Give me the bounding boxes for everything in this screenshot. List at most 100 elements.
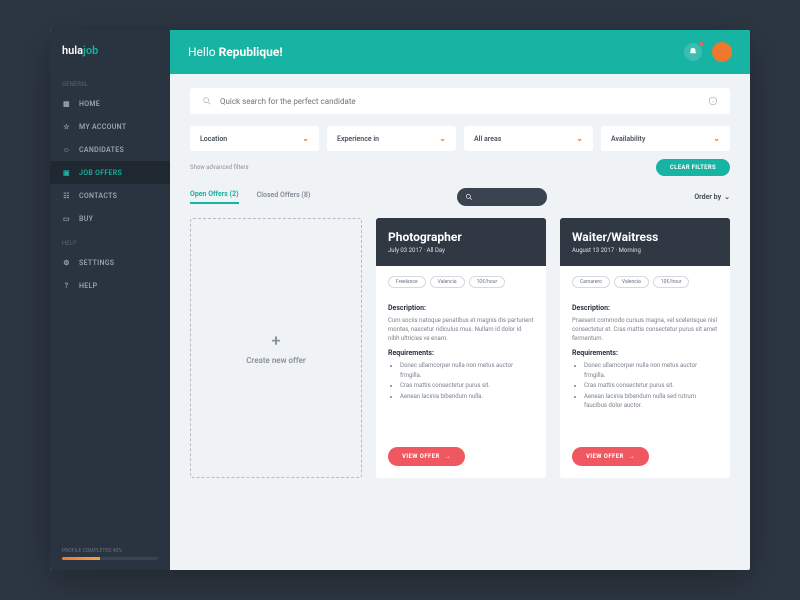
card-header: Waiter/Waitress August 13 2017 · Morning bbox=[560, 218, 730, 266]
help-icon: ? bbox=[62, 281, 71, 290]
filter-areas[interactable]: All areas⌄ bbox=[464, 126, 593, 151]
sidebar-item-home[interactable]: ▦ HOME bbox=[50, 92, 170, 115]
requirements-heading: Requirements: bbox=[572, 349, 718, 357]
sidebar-item-buy[interactable]: ▭ BUY bbox=[50, 207, 170, 230]
logo-part1: hula bbox=[62, 44, 83, 57]
header: Hello Republique! bbox=[170, 30, 750, 74]
tag: Valencia bbox=[614, 276, 649, 288]
offer-subtitle: July 03 2017 · All Day bbox=[388, 247, 534, 254]
info-icon[interactable] bbox=[708, 96, 718, 106]
tabs-row: Open Offers (2) Closed Offers (8) Order … bbox=[190, 188, 730, 206]
card-body: Description: Praesent commodo cursus mag… bbox=[560, 288, 730, 439]
offer-title: Photographer bbox=[388, 230, 534, 244]
filters-row: Location⌄ Experience in⌄ All areas⌄ Avai… bbox=[190, 126, 730, 151]
tab-open-offers[interactable]: Open Offers (2) bbox=[190, 190, 239, 204]
order-by-dropdown[interactable]: Order by⌄ bbox=[694, 193, 730, 201]
filter-availability[interactable]: Availability⌄ bbox=[601, 126, 730, 151]
greeting: Hello Republique! bbox=[188, 45, 283, 59]
users-icon: ☺ bbox=[62, 145, 71, 154]
offer-tags: Freelance Valencia 10€/hour bbox=[376, 266, 546, 288]
app-window: hulajob General ▦ HOME ☆ MY ACCOUNT ☺ CANDI… bbox=[50, 30, 750, 570]
notifications-button[interactable] bbox=[684, 43, 702, 61]
view-offer-button[interactable]: VIEW OFFER→ bbox=[572, 447, 649, 466]
offer-card: Waiter/Waitress August 13 2017 · Morning… bbox=[560, 218, 730, 478]
star-icon: ☆ bbox=[62, 122, 71, 131]
cards-grid: + Create new offer Photographer July 03 … bbox=[190, 218, 730, 478]
card-body: Description: Cum sociis natoque penatibu… bbox=[376, 288, 546, 439]
description-text: Cum sociis natoque penatibus et magnis d… bbox=[388, 316, 534, 343]
section-help: Help bbox=[50, 230, 170, 251]
card-icon: ▭ bbox=[62, 214, 71, 223]
sidebar-item-label: CONTACTS bbox=[79, 192, 117, 200]
create-offer-card[interactable]: + Create new offer bbox=[190, 218, 362, 478]
sidebar-item-label: CANDIDATES bbox=[79, 146, 124, 154]
tag: Valencia bbox=[430, 276, 465, 288]
sidebar-item-help[interactable]: ? HELP bbox=[50, 274, 170, 297]
progress-fill bbox=[62, 557, 100, 560]
search-icon bbox=[465, 193, 473, 201]
tag: Freelance bbox=[388, 276, 426, 288]
tag: 10€/hour bbox=[653, 276, 690, 288]
list-item: Aenean lacinia bibendum nulla. bbox=[400, 392, 534, 402]
sidebar-item-contacts[interactable]: ☷ CONTACTS bbox=[50, 184, 170, 207]
mini-search[interactable] bbox=[457, 188, 547, 206]
tab-closed-offers[interactable]: Closed Offers (8) bbox=[257, 191, 311, 203]
notification-badge bbox=[698, 41, 704, 47]
advanced-filters-link[interactable]: Show advanced filters bbox=[190, 164, 249, 171]
filter-experience[interactable]: Experience in⌄ bbox=[327, 126, 456, 151]
logo: hulajob bbox=[50, 30, 170, 71]
grid-icon: ▦ bbox=[62, 99, 71, 108]
sidebar-item-candidates[interactable]: ☺ CANDIDATES bbox=[50, 138, 170, 161]
sidebar-item-label: SETTINGS bbox=[79, 259, 114, 267]
offer-tags: Camarero Valencia 10€/hour bbox=[560, 266, 730, 288]
filter-location[interactable]: Location⌄ bbox=[190, 126, 319, 151]
view-offer-button[interactable]: VIEW OFFER→ bbox=[388, 447, 465, 466]
profile-progress: PROFILE COMPLETED 40% bbox=[50, 538, 170, 570]
search-bar bbox=[190, 88, 730, 114]
sidebar-item-label: HELP bbox=[79, 282, 97, 290]
list-item: Cras mattis consectetur purus sit. bbox=[400, 381, 534, 391]
header-actions bbox=[684, 42, 732, 62]
sidebar-item-label: MY ACCOUNT bbox=[79, 123, 126, 131]
content-body: Location⌄ Experience in⌄ All areas⌄ Avai… bbox=[170, 74, 750, 570]
list-item: Aenean lacinia bibendum nulla sed rutrum… bbox=[584, 392, 718, 411]
tag: Camarero bbox=[572, 276, 610, 288]
requirements-heading: Requirements: bbox=[388, 349, 534, 357]
main: Hello Republique! Location⌄ Experience i… bbox=[170, 30, 750, 570]
sidebar-item-settings[interactable]: ⚙SETTINGS bbox=[50, 251, 170, 274]
description-heading: Description: bbox=[572, 304, 718, 312]
progress-bar bbox=[62, 557, 158, 560]
arrow-icon: → bbox=[629, 453, 635, 460]
offer-title: Waiter/Waitress bbox=[572, 230, 718, 244]
tag: 10€/hour bbox=[469, 276, 506, 288]
progress-label: PROFILE COMPLETED 40% bbox=[62, 548, 122, 554]
create-offer-label: Create new offer bbox=[246, 356, 306, 365]
chevron-down-icon: ⌄ bbox=[576, 134, 583, 143]
chevron-down-icon: ⌄ bbox=[724, 193, 730, 201]
sidebar-item-account[interactable]: ☆ MY ACCOUNT bbox=[50, 115, 170, 138]
sidebar: hulajob General ▦ HOME ☆ MY ACCOUNT ☺ CANDI… bbox=[50, 30, 170, 570]
section-general: General bbox=[50, 71, 170, 92]
search-icon bbox=[202, 96, 212, 106]
chevron-down-icon: ⌄ bbox=[302, 134, 309, 143]
requirements-list: Donec ullamcorper nulla non metus auctor… bbox=[572, 361, 718, 411]
logo-part2: job bbox=[83, 44, 98, 57]
list-item: Donec ullamcorper nulla non metus auctor… bbox=[400, 361, 534, 380]
clear-filters-button[interactable]: CLEAR FILTERS bbox=[656, 159, 730, 176]
sidebar-item-label: HOME bbox=[79, 100, 100, 108]
requirements-list: Donec ullamcorper nulla non metus auctor… bbox=[388, 361, 534, 401]
contacts-icon: ☷ bbox=[62, 191, 71, 200]
plus-icon: + bbox=[272, 331, 281, 350]
card-header: Photographer July 03 2017 · All Day bbox=[376, 218, 546, 266]
sidebar-item-job-offers[interactable]: ▣ JOB OFFERS bbox=[50, 161, 170, 184]
chevron-down-icon: ⌄ bbox=[439, 134, 446, 143]
sidebar-item-label: JOB OFFERS bbox=[79, 169, 122, 177]
list-item: Donec ullamcorper nulla non metus auctor… bbox=[584, 361, 718, 380]
description-text: Praesent commodo cursus magna, vel scele… bbox=[572, 316, 718, 343]
bell-icon bbox=[688, 47, 698, 57]
briefcase-icon: ▣ bbox=[62, 168, 71, 177]
search-input[interactable] bbox=[220, 97, 700, 106]
sidebar-item-label: BUY bbox=[79, 215, 93, 223]
list-item: Cras mattis consectetur purus sit. bbox=[584, 381, 718, 391]
avatar[interactable] bbox=[712, 42, 732, 62]
